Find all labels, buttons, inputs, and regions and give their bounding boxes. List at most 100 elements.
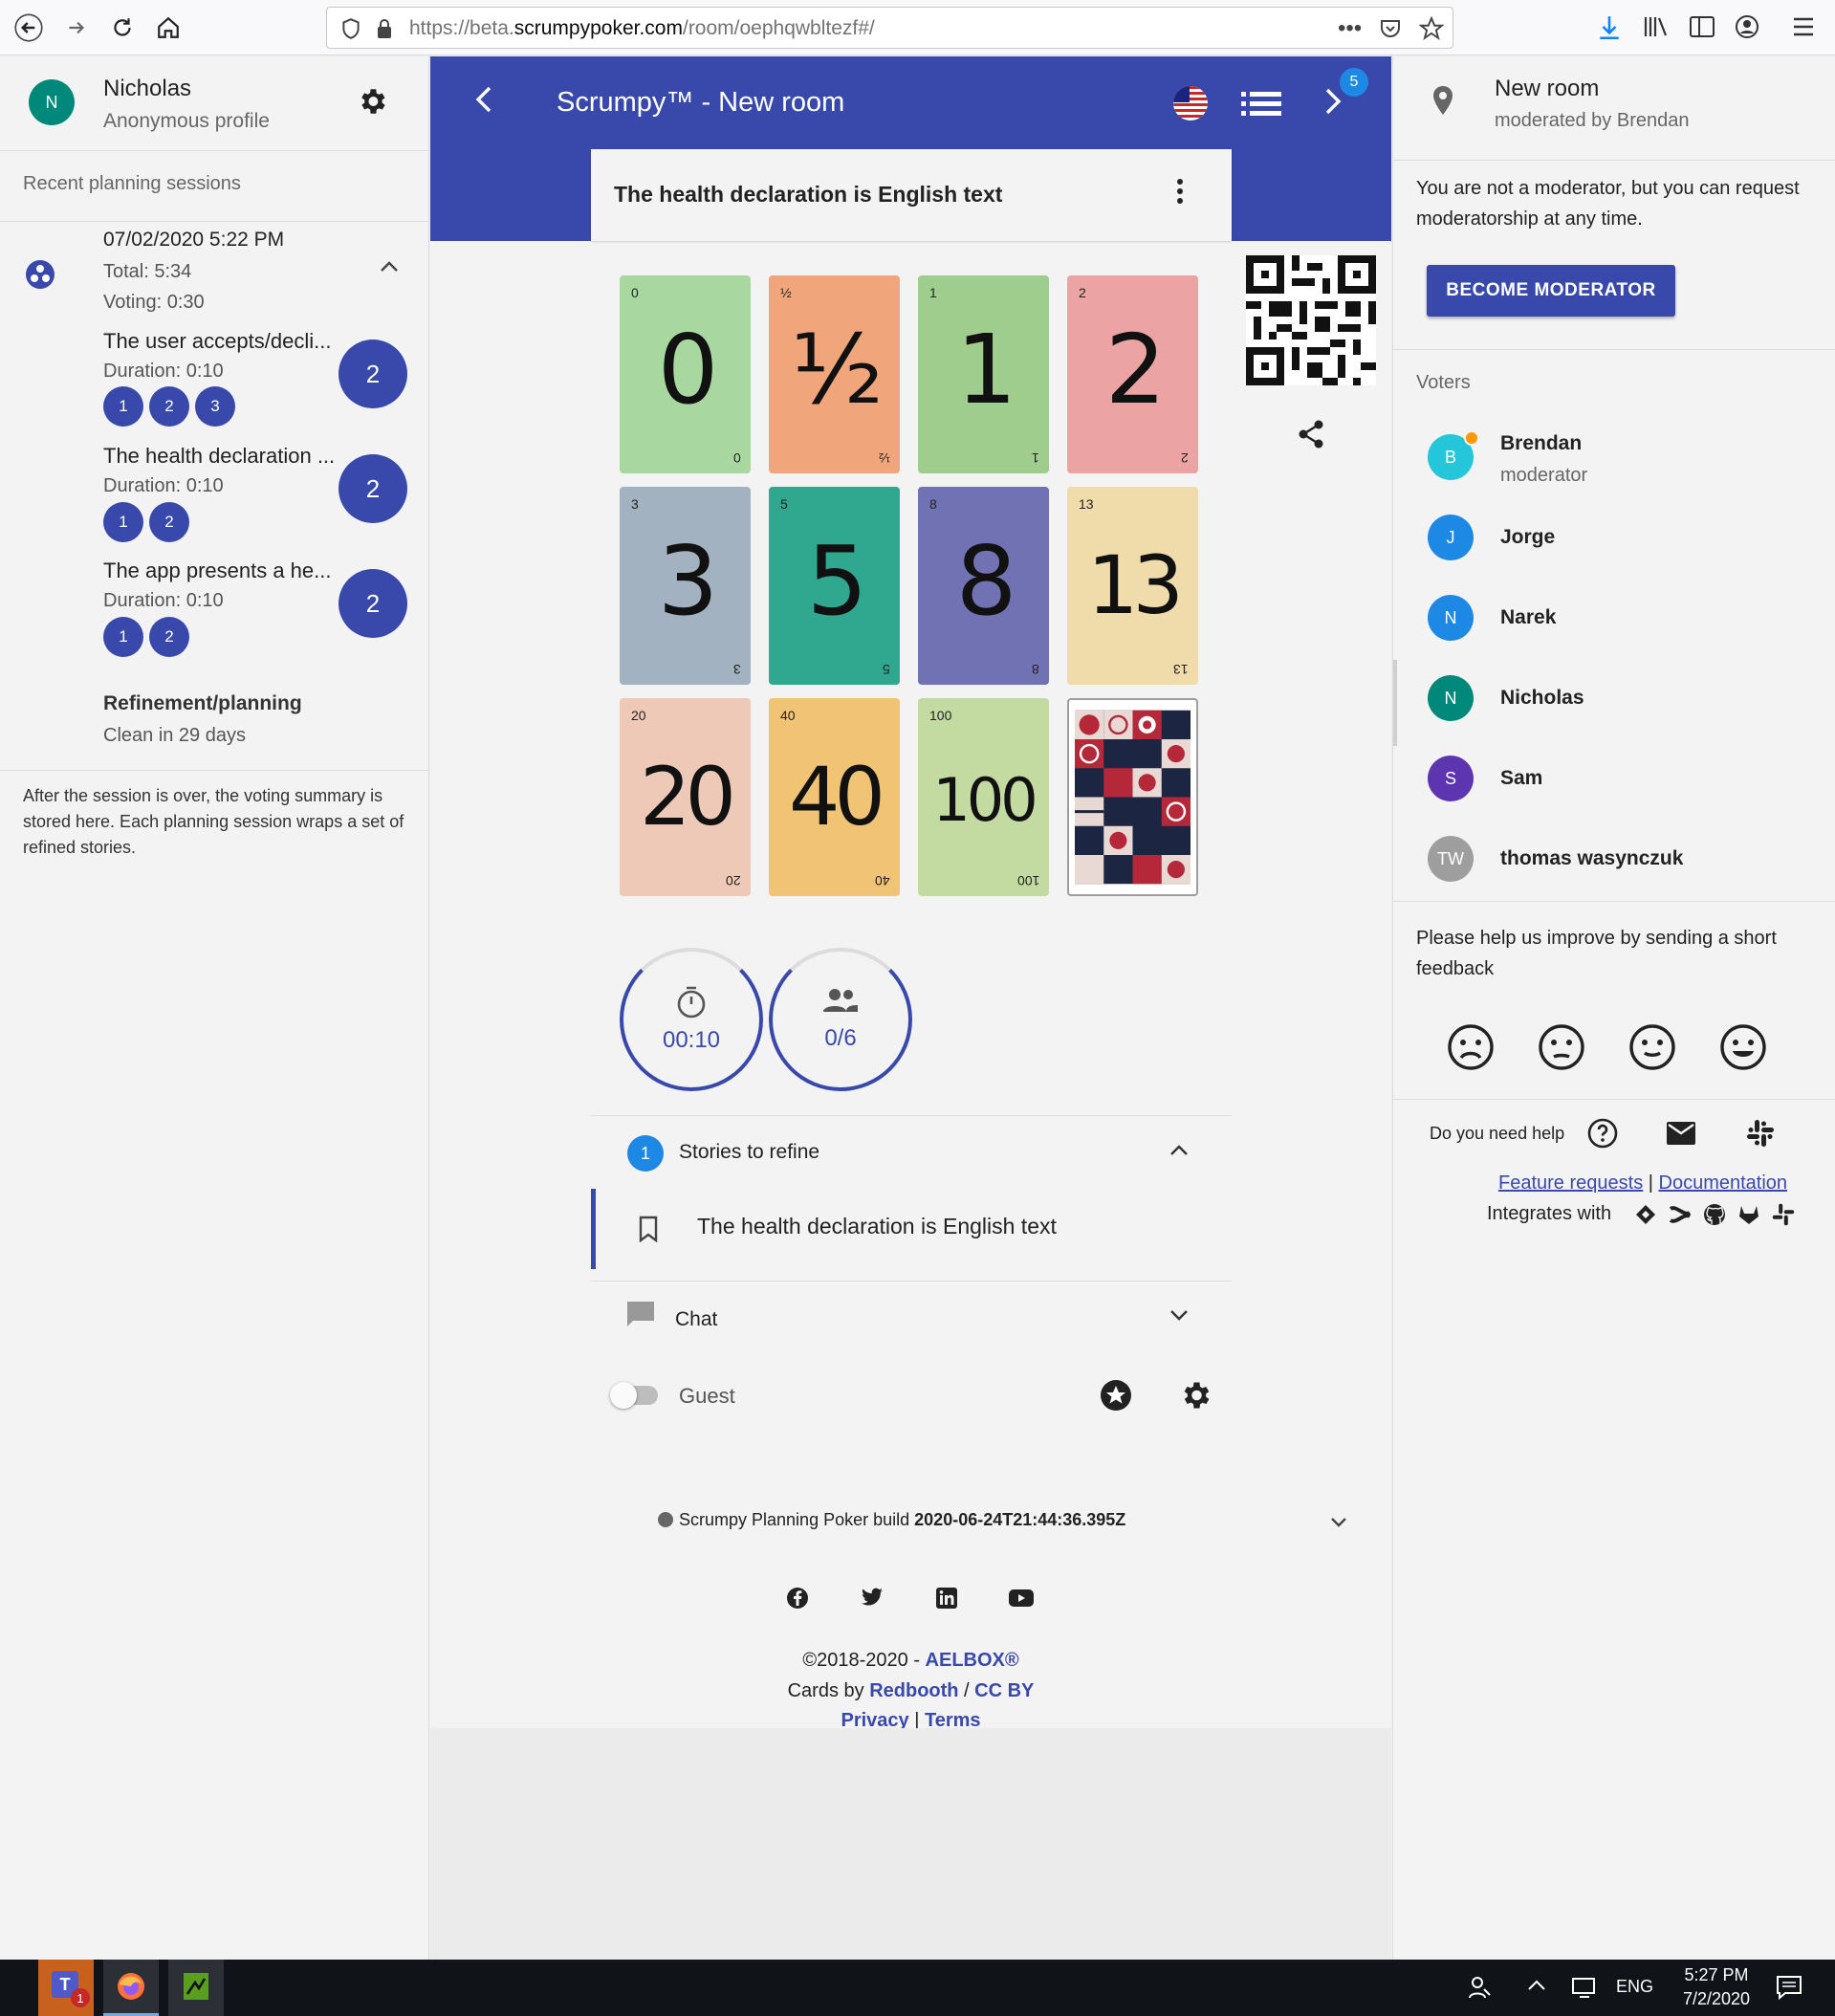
menu-icon[interactable]	[1792, 16, 1815, 37]
sidebar-toggle-icon[interactable]	[1689, 14, 1715, 39]
session-story-duration: Duration: 0:10	[103, 361, 224, 382]
poker-card[interactable]: ½ ½ ½	[769, 275, 900, 473]
poker-card[interactable]: 3 3 3	[620, 487, 751, 685]
session-story-title[interactable]: The health declaration ...	[103, 444, 335, 469]
avatar[interactable]: N	[29, 79, 75, 125]
pocket-icon[interactable]	[1379, 17, 1402, 40]
teams-badge: 1	[71, 1988, 90, 2007]
linkedin-icon[interactable]	[935, 1587, 958, 1610]
back-button[interactable]	[10, 9, 48, 47]
people-taskbar-icon[interactable]	[1468, 1975, 1493, 2000]
session-story-title[interactable]: The user accepts/decli...	[103, 329, 331, 354]
poker-card[interactable]: 13 13 13	[1067, 487, 1198, 685]
feedback-neutral-sad-icon[interactable]	[1538, 1023, 1585, 1071]
poker-card[interactable]: 2 2 2	[1067, 275, 1198, 473]
qr-code[interactable]	[1246, 255, 1376, 385]
slack-small-icon	[1772, 1203, 1795, 1226]
sessions-heading: Recent planning sessions	[23, 173, 241, 194]
favorite-button[interactable]	[1100, 1379, 1132, 1412]
forward-button[interactable]	[57, 9, 96, 47]
slack-icon[interactable]	[1746, 1119, 1775, 1148]
feedback-very-sad-icon[interactable]	[1447, 1023, 1495, 1071]
poker-card[interactable]: 100 100 100	[918, 698, 1049, 896]
home-button[interactable]	[149, 9, 187, 47]
poker-card[interactable]: 0 0 0	[620, 275, 751, 473]
greenshot-taskbar-button[interactable]	[168, 1960, 224, 2016]
twitter-icon[interactable]	[861, 1588, 884, 1609]
documentation-link[interactable]: Documentation	[1659, 1172, 1788, 1194]
chevron-up-icon	[1170, 1145, 1188, 1155]
bookmark-star-icon[interactable]	[1419, 16, 1444, 41]
help-icon[interactable]	[1587, 1118, 1618, 1149]
clock[interactable]: 5:27 PM 7/2/2020	[1675, 1963, 1758, 2011]
youtube-icon[interactable]	[1009, 1589, 1034, 1608]
email-icon[interactable]	[1666, 1121, 1696, 1146]
voter-row[interactable]: S Sam	[1393, 643, 1835, 801]
download-icon[interactable]	[1597, 14, 1622, 41]
story-menu-button[interactable]	[1174, 178, 1186, 205]
shield-icon[interactable]	[340, 17, 361, 40]
voter-row[interactable]: B Brendan moderator	[1393, 321, 1835, 486]
facebook-icon[interactable]	[786, 1587, 809, 1610]
card-corner-label: 2	[1079, 285, 1086, 300]
lock-icon[interactable]	[375, 17, 394, 40]
card-back[interactable]	[1067, 698, 1198, 896]
firefox-taskbar-button[interactable]	[103, 1960, 159, 2016]
license-link[interactable]: CC BY	[974, 1680, 1034, 1701]
session-story-title[interactable]: The app presents a he...	[103, 559, 332, 583]
poker-card[interactable]: 1 1 1	[918, 275, 1049, 473]
card-corner-label: 13	[1079, 496, 1094, 512]
tray-expand-icon[interactable]	[1526, 1979, 1547, 1992]
collapse-session-button[interactable]	[378, 259, 401, 274]
story-result-badge: 2	[339, 340, 407, 408]
poker-card[interactable]: 40 40 40	[769, 698, 900, 896]
os-taskbar: T 1 ENG 5:27 PM 7/2/2020	[0, 1960, 1835, 2016]
list-icon	[1241, 92, 1281, 116]
become-moderator-button[interactable]: BECOME MODERATOR	[1427, 265, 1675, 317]
feedback-very-happy-icon[interactable]	[1719, 1023, 1767, 1071]
copyright-line: ©2018-2020 - AELBOX®	[802, 1650, 1019, 1671]
poker-card[interactable]: 8 8 8	[918, 487, 1049, 685]
bookmark-icon[interactable]	[638, 1216, 659, 1242]
aelbox-link[interactable]: AELBOX®	[926, 1650, 1019, 1671]
notifications-icon[interactable]	[1776, 1975, 1802, 2000]
teams-taskbar-button[interactable]: T 1	[38, 1960, 94, 2016]
story-list-button[interactable]	[1241, 89, 1281, 118]
card-corner-label: ½	[879, 450, 890, 466]
chat-label[interactable]: Chat	[675, 1308, 717, 1331]
expand-footer-button[interactable]	[1329, 1516, 1348, 1529]
share-button[interactable]	[1297, 419, 1325, 449]
profile-settings-button[interactable]	[356, 85, 388, 118]
voter-row[interactable]: N Nicholas	[1393, 562, 1835, 721]
card-value: ½	[791, 314, 884, 426]
redbooth-link[interactable]: Redbooth	[869, 1680, 958, 1701]
voter-row[interactable]: J Jorge	[1393, 402, 1835, 560]
card-corner-label: 20	[631, 708, 646, 723]
room-settings-button[interactable]	[1178, 1378, 1212, 1413]
poker-card[interactable]: 5 5 5	[769, 487, 900, 685]
stories-heading[interactable]: Stories to refine	[679, 1141, 819, 1164]
address-bar[interactable]: https://beta.scrumpypoker.com/room/oephq…	[326, 7, 1453, 49]
reload-icon	[114, 18, 131, 36]
voter-row[interactable]: TW thomas wasynczuk	[1393, 723, 1835, 882]
chevron-down-icon	[1170, 1310, 1188, 1321]
network-icon[interactable]	[1571, 1977, 1598, 2000]
guest-toggle[interactable]	[610, 1382, 658, 1409]
url-text[interactable]: https://beta.scrumpypoker.com/room/oephq…	[409, 17, 875, 40]
poker-card[interactable]: 20 20 20	[620, 698, 751, 896]
page-actions-icon[interactable]: •••	[1338, 15, 1362, 42]
library-icon[interactable]	[1643, 14, 1670, 39]
story-item[interactable]: The health declaration is English text	[591, 1189, 1232, 1269]
stories-count-badge: 1	[627, 1135, 664, 1172]
account-icon[interactable]	[1735, 14, 1759, 39]
feedback-happy-icon[interactable]	[1628, 1023, 1676, 1071]
home-icon	[158, 16, 179, 38]
feature-requests-link[interactable]: Feature requests	[1498, 1172, 1643, 1194]
language-flag-icon[interactable]	[1172, 85, 1209, 121]
back-room-button[interactable]	[472, 83, 495, 116]
collapse-stories-button[interactable]	[1169, 1143, 1190, 1158]
language-indicator[interactable]: ENG	[1616, 1977, 1653, 1997]
reload-button[interactable]	[103, 9, 142, 47]
expand-chat-button[interactable]	[1169, 1307, 1190, 1323]
voter-row[interactable]: N Narek	[1393, 482, 1835, 641]
